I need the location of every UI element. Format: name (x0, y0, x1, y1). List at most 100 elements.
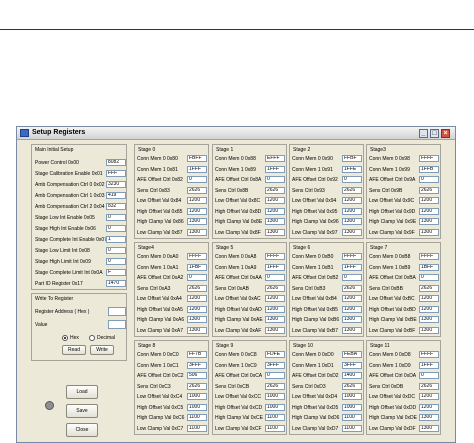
close-button[interactable]: Close (66, 423, 98, 437)
stage-register-value-field[interactable]: 1300 (419, 326, 439, 334)
stage-register-value-field[interactable]: 1200 (342, 305, 362, 313)
save-button[interactable]: Save (66, 404, 98, 418)
stage-register-value-field[interactable]: 1200 (187, 207, 207, 215)
stage-register-value-field[interactable]: 0 (342, 176, 362, 183)
stage-register-value-field[interactable]: 1300 (419, 414, 439, 421)
register-address-input[interactable] (108, 307, 126, 316)
main-setup-value-field[interactable]: 419 (106, 192, 126, 199)
stage-register-value-field[interactable]: 2626 (419, 382, 439, 390)
stage-register-value-field[interactable]: 2626 (342, 382, 362, 390)
stage-register-value-field[interactable]: 1300 (187, 316, 207, 323)
stage-register-value-field[interactable]: 2626 (419, 186, 439, 194)
main-setup-value-field[interactable]: F (106, 269, 126, 276)
stage-register-value-field[interactable]: 3FFF (187, 361, 207, 369)
minimize-button[interactable]: _ (419, 129, 428, 138)
stage-register-value-field[interactable]: 1100 (265, 424, 285, 432)
stage-register-value-field[interactable]: 506 (187, 372, 207, 379)
main-setup-value-field[interactable]: FFF (106, 170, 126, 177)
stage-register-value-field[interactable]: 2626 (187, 186, 207, 194)
stage-register-value-field[interactable]: FFFF (419, 351, 439, 358)
stage-register-value-field[interactable]: 1200 (265, 197, 285, 204)
stage-register-value-field[interactable]: 2626 (265, 186, 285, 194)
stage-register-value-field[interactable]: 0 (265, 372, 285, 379)
stage-register-value-field[interactable]: 1100 (342, 414, 362, 421)
stage-register-value-field[interactable]: 1FBF (187, 263, 207, 271)
stage-register-value-field[interactable]: 1000 (265, 393, 285, 400)
stage-register-value-field[interactable]: 1100 (187, 424, 207, 432)
stage-register-value-field[interactable]: 1200 (187, 295, 207, 302)
stage-register-value-field[interactable]: 1200 (187, 305, 207, 313)
stage-register-value-field[interactable]: FF7B (187, 351, 207, 358)
main-setup-value-field[interactable]: 0 (106, 214, 126, 221)
stage-register-value-field[interactable]: 1FFF (419, 361, 439, 369)
stage-register-value-field[interactable]: 1000 (187, 403, 207, 411)
stage-register-value-field[interactable]: FFFF (265, 253, 285, 260)
close-window-button[interactable]: × (441, 129, 450, 138)
stage-register-value-field[interactable]: 1200 (419, 305, 439, 313)
window-titlebar[interactable]: Setup Registers _ □ × (17, 127, 455, 140)
stage-register-value-field[interactable]: 1FFF (265, 165, 285, 173)
main-setup-value-field[interactable]: 0 (106, 247, 126, 254)
stage-register-value-field[interactable]: 1300 (342, 228, 362, 236)
stage-register-value-field[interactable]: 1100 (265, 414, 285, 421)
stage-register-value-field[interactable]: 0 (187, 176, 207, 183)
stage-register-value-field[interactable]: 1000 (187, 393, 207, 400)
stage-register-value-field[interactable]: 1FFB (419, 165, 439, 173)
stage-register-value-field[interactable]: 1300 (419, 228, 439, 236)
stage-register-value-field[interactable]: 1BFF (419, 263, 439, 271)
stage-register-value-field[interactable]: 1000 (342, 393, 362, 400)
stage-register-value-field[interactable]: 2626 (419, 284, 439, 292)
stage-register-value-field[interactable]: FFFF (342, 253, 362, 260)
stage-register-value-field[interactable]: 1200 (419, 295, 439, 302)
stage-register-value-field[interactable]: 2626 (265, 382, 285, 390)
stage-register-value-field[interactable]: 0 (265, 274, 285, 281)
stage-register-value-field[interactable]: 0 (265, 176, 285, 183)
main-setup-value-field[interactable]: 1 (106, 236, 126, 243)
stage-register-value-field[interactable]: FFFF (419, 155, 439, 162)
hex-radio[interactable] (62, 335, 68, 341)
stage-register-value-field[interactable]: 1300 (419, 316, 439, 323)
stage-register-value-field[interactable]: 1200 (419, 197, 439, 204)
stage-register-value-field[interactable]: 1400 (342, 372, 362, 379)
stage-register-value-field[interactable]: 1300 (419, 218, 439, 225)
stage-register-value-field[interactable]: 1300 (187, 326, 207, 334)
stage-register-value-field[interactable]: 2626 (265, 284, 285, 292)
stage-register-value-field[interactable]: 2626 (187, 382, 207, 390)
stage-register-value-field[interactable]: FBFF (187, 155, 207, 162)
stage-register-value-field[interactable]: FFFF (187, 253, 207, 260)
main-setup-value-field[interactable]: 832 (106, 203, 126, 210)
stage-register-value-field[interactable]: 1300 (342, 218, 362, 225)
stage-register-value-field[interactable]: 1FFF (342, 263, 362, 271)
stage-register-value-field[interactable]: 1300 (342, 326, 362, 334)
stage-register-value-field[interactable]: FDFE (265, 351, 285, 358)
read-button[interactable]: Read (62, 345, 86, 355)
stage-register-value-field[interactable]: 0 (187, 274, 207, 281)
stage-register-value-field[interactable]: FFFF (419, 253, 439, 260)
stage-register-value-field[interactable]: 1100 (187, 414, 207, 421)
stage-register-value-field[interactable]: 1300 (265, 316, 285, 323)
stage-register-value-field[interactable]: 1300 (265, 218, 285, 225)
stage-register-value-field[interactable]: 3FFF (342, 361, 362, 369)
stage-register-value-field[interactable]: 1200 (265, 207, 285, 215)
maximize-button[interactable]: □ (430, 129, 439, 138)
stage-register-value-field[interactable]: 0 (342, 274, 362, 281)
decimal-radio[interactable] (89, 335, 95, 341)
stage-register-value-field[interactable]: 1300 (265, 228, 285, 236)
main-setup-value-field[interactable]: 0 (106, 258, 126, 265)
load-button[interactable]: Load (66, 385, 98, 399)
stage-register-value-field[interactable]: 1200 (342, 295, 362, 302)
stage-register-value-field[interactable]: 1300 (187, 228, 207, 236)
stage-register-value-field[interactable]: 1200 (342, 207, 362, 215)
stage-register-value-field[interactable]: 1300 (265, 326, 285, 334)
stage-register-value-field[interactable]: 1200 (419, 393, 439, 400)
main-setup-value-field[interactable]: 1470 (106, 280, 126, 287)
stage-register-value-field[interactable]: 1FFE (342, 165, 362, 173)
stage-register-value-field[interactable]: 0 (419, 372, 439, 379)
stage-register-value-field[interactable]: 3FFF (265, 361, 285, 369)
stage-register-value-field[interactable]: 0 (419, 176, 439, 183)
stage-register-value-field[interactable]: 2626 (187, 284, 207, 292)
stage-register-value-field[interactable]: 1300 (419, 424, 439, 432)
stage-register-value-field[interactable]: 1100 (342, 424, 362, 432)
stage-register-value-field[interactable]: 1300 (187, 218, 207, 225)
stage-register-value-field[interactable]: 1300 (342, 316, 362, 323)
